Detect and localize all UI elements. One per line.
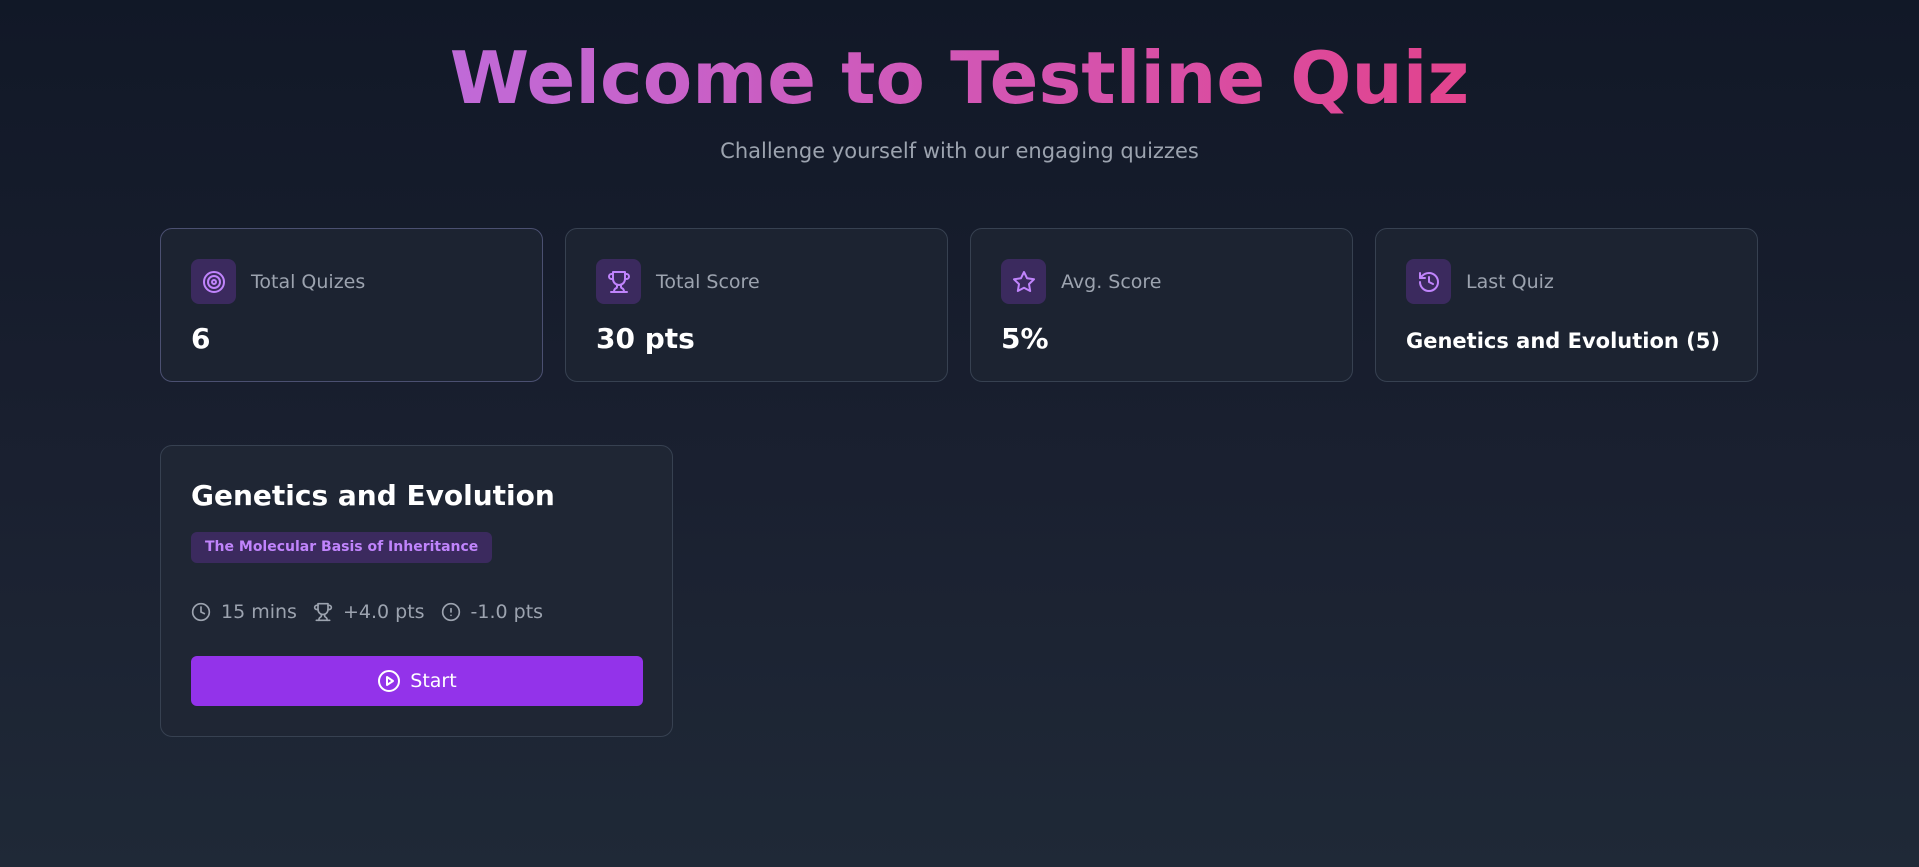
clock-icon: [191, 602, 211, 622]
quiz-title: Genetics and Evolution: [191, 479, 555, 512]
alert-circle-icon: [441, 602, 460, 622]
stat-card-total-quizes: Total Quizes 6: [160, 228, 543, 382]
stat-value: 6: [191, 322, 211, 355]
stat-label: Avg. Score: [1061, 271, 1162, 293]
star-icon: [1001, 259, 1046, 304]
correct-points-text: +4.0 pts: [342, 601, 425, 623]
topic-badge: The Molecular Basis of Inheritance: [191, 532, 493, 563]
trophy-icon: [596, 259, 641, 304]
target-icon: [191, 259, 236, 304]
play-circle-icon: [378, 670, 401, 692]
stat-label: Total Score: [656, 271, 760, 293]
stat-label: Last Quiz: [1466, 271, 1554, 293]
page-subtitle: Challenge yourself with our engaging qui…: [720, 139, 1199, 163]
quiz-meta: 15 mins +4.0 pts -1.0 pts: [191, 599, 559, 625]
trophy-icon: [313, 602, 333, 622]
quiz-card: Genetics and Evolution The Molecular Bas…: [160, 445, 673, 737]
page-title: Welcome to Testline Quiz: [0, 36, 1919, 120]
stat-label: Total Quizes: [251, 271, 366, 293]
stats-row: Total Quizes 6 Total Score 30 pts Avg. S…: [160, 228, 1760, 384]
page-title-text: Welcome to Testline Quiz: [449, 36, 1470, 120]
stat-value: 5%: [1001, 322, 1049, 355]
duration-info: 15 mins: [191, 599, 297, 625]
history-icon: [1406, 259, 1451, 304]
stat-value: 30 pts: [596, 322, 695, 355]
start-quiz-button[interactable]: Start: [191, 656, 643, 706]
stat-value: Genetics and Evolution (5): [1406, 329, 1720, 353]
stat-card-last-quiz: Last Quiz Genetics and Evolution (5): [1375, 228, 1758, 382]
stat-card-avg-score: Avg. Score 5%: [970, 228, 1353, 382]
negative-marking-info: -1.0 pts: [441, 599, 544, 625]
points-info: +4.0 pts: [313, 599, 425, 625]
duration-text: 15 mins: [221, 601, 297, 623]
start-button-label: Start: [410, 670, 457, 692]
stat-card-total-score: Total Score 30 pts: [565, 228, 948, 382]
negative-points-text: -1.0 pts: [470, 601, 544, 623]
